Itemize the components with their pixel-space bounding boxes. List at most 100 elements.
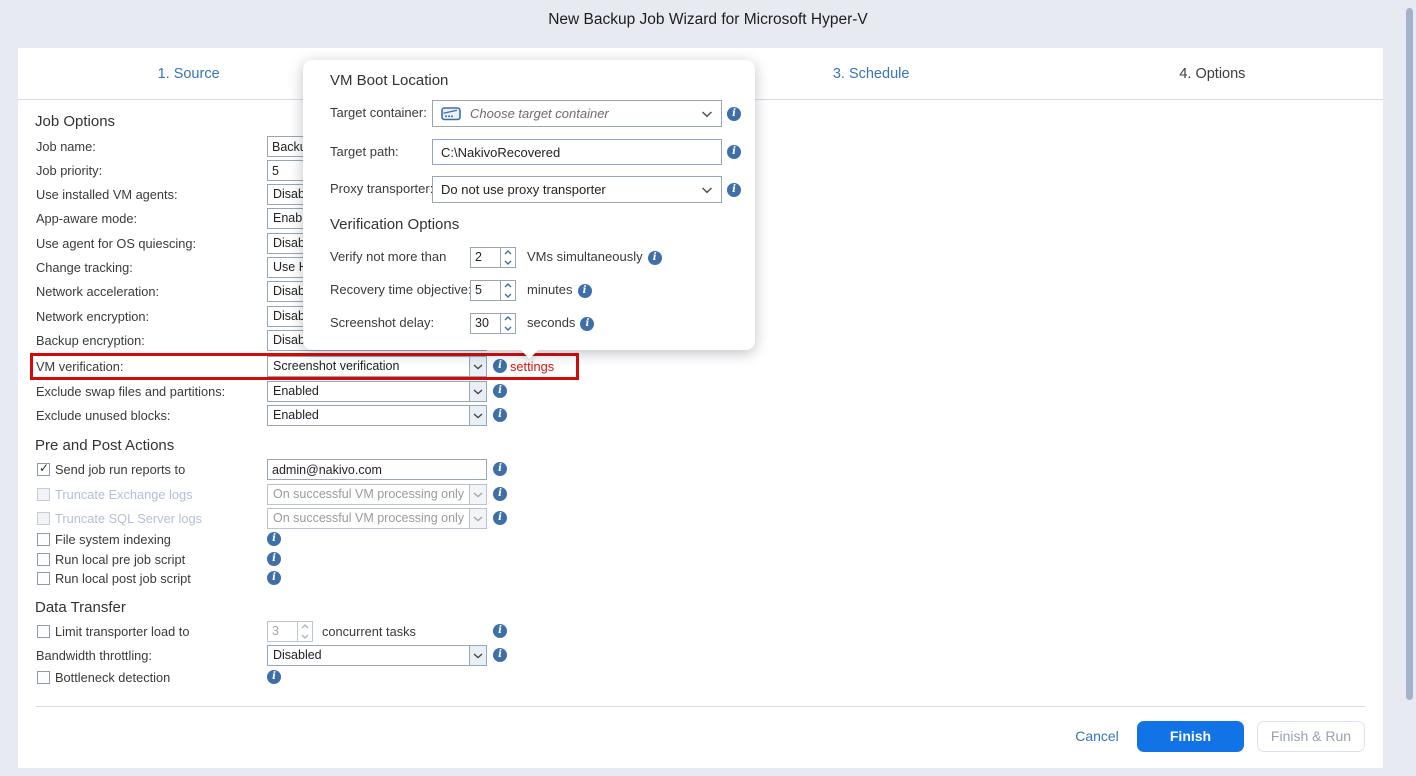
truncate-sql-select: On successful VM processing only	[267, 508, 487, 529]
rto-stepper[interactable]: 5	[470, 280, 516, 301]
exclude-unused-label: Exclude unused blocks:	[36, 405, 170, 427]
info-icon[interactable]: i	[267, 571, 281, 585]
cancel-button[interactable]: Cancel	[1071, 721, 1123, 752]
vm-verification-select[interactable]: Screenshot verification	[267, 356, 487, 377]
stepper-up-icon[interactable]	[501, 248, 515, 258]
info-icon[interactable]: i	[493, 511, 507, 525]
job-priority-label: Job priority:	[36, 160, 102, 182]
stepper-down-icon[interactable]	[501, 291, 515, 301]
rto-label: Recovery time objective:	[330, 279, 472, 301]
info-icon[interactable]: i	[727, 183, 741, 197]
net-accel-label: Network acceleration:	[36, 281, 159, 303]
finish-button[interactable]: Finish	[1137, 721, 1244, 752]
truncate-exchange-label: Truncate Exchange logs	[55, 484, 193, 506]
target-container-label: Target container:	[330, 102, 427, 124]
stepper-up-icon[interactable]	[501, 281, 515, 291]
proxy-transporter-select[interactable]: Do not use proxy transporter	[432, 176, 722, 203]
info-icon[interactable]: i	[578, 284, 592, 298]
chevron-down-icon[interactable]	[469, 382, 486, 401]
info-icon[interactable]: i	[267, 670, 281, 684]
post-script-checkbox[interactable]	[37, 572, 50, 585]
target-path-input[interactable]	[432, 139, 722, 165]
send-reports-label: Send job run reports to	[55, 459, 185, 481]
send-reports-email-input[interactable]	[267, 459, 487, 480]
info-icon[interactable]: i	[493, 408, 507, 422]
chevron-down-icon	[701, 182, 713, 197]
info-icon[interactable]: i	[493, 384, 507, 398]
truncate-exchange-checkbox[interactable]	[37, 488, 50, 501]
truncate-sql-label: Truncate SQL Server logs	[55, 508, 202, 530]
job-name-label: Job name:	[36, 136, 96, 158]
exclude-swap-label: Exclude swap files and partitions:	[36, 381, 225, 403]
info-icon[interactable]: i	[493, 462, 507, 476]
send-reports-checkbox[interactable]	[37, 463, 50, 476]
screenshot-delay-suffix: secondsi	[527, 312, 594, 334]
page-title: New Backup Job Wizard for Microsoft Hype…	[0, 11, 1416, 29]
limit-load-label: Limit transporter load to	[55, 621, 189, 643]
vm-verification-settings-link[interactable]: settings	[510, 356, 554, 378]
chevron-down-icon[interactable]	[469, 646, 486, 665]
chevron-down-icon	[469, 485, 486, 504]
stepper-down-icon	[298, 632, 312, 642]
stepper-down-icon[interactable]	[501, 324, 515, 334]
fs-indexing-checkbox[interactable]	[37, 533, 50, 546]
info-icon[interactable]: i	[493, 487, 507, 501]
chevron-down-icon[interactable]	[469, 357, 486, 376]
pre-script-checkbox[interactable]	[37, 553, 50, 566]
info-icon[interactable]: i	[727, 107, 741, 121]
verify-vms-stepper[interactable]: 2	[470, 247, 516, 268]
chevron-down-icon	[469, 509, 486, 528]
finish-and-run-button[interactable]: Finish & Run	[1257, 721, 1365, 752]
info-icon[interactable]: i	[493, 359, 507, 373]
proxy-transporter-label: Proxy transporter:	[330, 178, 433, 200]
storage-container-icon	[441, 106, 461, 121]
backup-enc-label: Backup encryption:	[36, 330, 145, 352]
target-path-label: Target path:	[330, 141, 399, 163]
tab-options[interactable]: 4. Options	[1042, 48, 1383, 99]
stepper-up-icon	[298, 622, 312, 632]
verify-vms-suffix: VMs simultaneouslyi	[527, 246, 662, 268]
info-icon[interactable]: i	[493, 624, 507, 638]
info-icon[interactable]: i	[267, 552, 281, 566]
target-container-select[interactable]: Choose target container	[432, 100, 722, 127]
rto-suffix: minutesi	[527, 279, 592, 301]
section-job-options: Job Options	[35, 113, 115, 130]
info-icon[interactable]: i	[580, 317, 594, 331]
change-tracking-label: Change tracking:	[36, 257, 133, 279]
bandwidth-label: Bandwidth throttling:	[36, 645, 152, 667]
bottleneck-checkbox[interactable]	[37, 671, 50, 684]
vm-verification-label: VM verification:	[36, 356, 123, 378]
limit-load-suffix: concurrent tasks	[322, 621, 416, 643]
info-icon[interactable]: i	[267, 532, 281, 546]
vm-boot-location-popup: VM Boot Location Target container: Choos…	[303, 60, 755, 350]
section-pre-post: Pre and Post Actions	[35, 437, 174, 454]
info-icon[interactable]: i	[727, 145, 741, 159]
bandwidth-select[interactable]: Disabled	[267, 645, 487, 666]
vm-agents-label: Use installed VM agents:	[36, 184, 178, 206]
truncate-sql-checkbox[interactable]	[37, 512, 50, 525]
exclude-unused-select[interactable]: Enabled	[267, 405, 487, 426]
chevron-down-icon[interactable]	[469, 406, 486, 425]
chevron-down-icon	[701, 106, 713, 121]
limit-load-checkbox[interactable]	[37, 625, 50, 638]
stepper-down-icon[interactable]	[501, 258, 515, 268]
verification-options-title: Verification Options	[330, 216, 459, 233]
info-icon[interactable]: i	[648, 251, 662, 265]
post-script-label: Run local post job script	[55, 568, 191, 590]
verify-vms-label: Verify not more than	[330, 246, 446, 268]
stepper-up-icon[interactable]	[501, 314, 515, 324]
fs-indexing-label: File system indexing	[55, 529, 171, 551]
os-quiescing-label: Use agent for OS quiescing:	[36, 233, 196, 255]
info-icon[interactable]: i	[493, 648, 507, 662]
net-enc-label: Network encryption:	[36, 306, 149, 328]
exclude-swap-select[interactable]: Enabled	[267, 381, 487, 402]
screenshot-delay-stepper[interactable]: 30	[470, 313, 516, 334]
footer-divider	[36, 706, 1365, 707]
app-aware-label: App-aware mode:	[36, 208, 137, 230]
popup-title: VM Boot Location	[330, 72, 448, 89]
bottleneck-label: Bottleneck detection	[55, 667, 170, 689]
vertical-scrollbar[interactable]	[1406, 8, 1413, 700]
truncate-exchange-select: On successful VM processing only	[267, 484, 487, 505]
section-data-transfer: Data Transfer	[35, 599, 126, 616]
screenshot-delay-label: Screenshot delay:	[330, 312, 434, 334]
